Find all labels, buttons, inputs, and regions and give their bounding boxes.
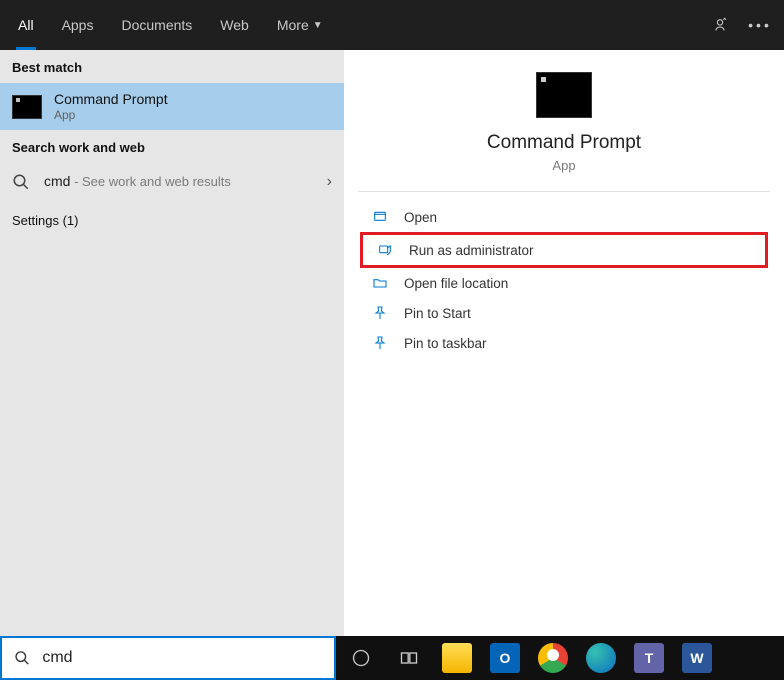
edge-icon[interactable] [586,643,616,673]
file-explorer-icon[interactable] [442,643,472,673]
tab-label: More [277,17,309,33]
command-prompt-large-icon [536,72,592,118]
action-run-as-administrator[interactable]: Run as administrator [360,232,768,268]
web-search-suggestion[interactable]: cmd - See work and web results › [0,163,344,201]
preview-title: Command Prompt [487,132,641,154]
tab-web[interactable]: Web [206,0,263,50]
best-match-header: Best match [0,50,344,83]
tab-label: Documents [121,17,192,33]
folder-icon [372,275,396,291]
search-icon [14,649,30,667]
open-icon [372,209,396,225]
result-subtitle: App [54,108,168,122]
tab-apps[interactable]: Apps [48,0,108,50]
action-open[interactable]: Open [358,202,770,232]
admin-shield-icon [377,242,401,258]
pin-icon [372,305,396,321]
settings-header[interactable]: Settings (1) [0,201,344,236]
more-options-icon[interactable]: ••• [740,0,780,50]
action-label: Pin to taskbar [404,336,487,351]
action-open-file-location[interactable]: Open file location [358,268,770,298]
app-initial: O [500,650,511,666]
action-label: Run as administrator [409,243,534,258]
teams-icon[interactable]: T [634,643,664,673]
action-list: Open Run as administrator Open file loca… [358,192,770,368]
taskbar: O T W [336,636,784,680]
tab-documents[interactable]: Documents [107,0,206,50]
filter-tabs: All Apps Documents Web More ▼ ••• [0,0,784,50]
result-command-prompt[interactable]: Command Prompt App [0,83,344,130]
feedback-icon[interactable] [700,0,740,50]
tab-label: All [18,17,34,33]
tab-all[interactable]: All [4,0,48,50]
chrome-icon[interactable] [538,643,568,673]
outlook-icon[interactable]: O [490,643,520,673]
pin-taskbar-icon [372,335,396,351]
action-label: Pin to Start [404,306,471,321]
chevron-down-icon: ▼ [313,20,323,31]
action-label: Open [404,210,437,225]
suggestion-query: cmd [44,173,70,189]
command-prompt-icon [12,95,42,119]
action-pin-to-start[interactable]: Pin to Start [358,298,770,328]
search-input[interactable] [42,649,322,667]
tab-label: Web [220,17,249,33]
results-panel: Best match Command Prompt App Search wor… [0,50,344,636]
action-label: Open file location [404,276,508,291]
action-pin-to-taskbar[interactable]: Pin to taskbar [358,328,770,358]
bottom-bar: O T W [0,636,784,680]
preview-panel: Command Prompt App Open Run as administr… [344,50,784,636]
word-icon[interactable]: W [682,643,712,673]
result-title: Command Prompt [54,91,168,107]
search-web-header: Search work and web [0,130,344,163]
tab-more[interactable]: More ▼ [263,0,337,50]
suggestion-rest: - See work and web results [70,174,230,189]
task-view-icon[interactable] [394,643,424,673]
preview-subtitle: App [552,158,575,173]
app-initial: T [645,650,654,666]
tab-label: Apps [62,17,94,33]
search-box[interactable] [0,636,336,680]
chevron-right-icon: › [327,173,332,191]
cortana-icon[interactable] [346,643,376,673]
app-initial: W [690,650,703,666]
search-icon [12,173,30,191]
